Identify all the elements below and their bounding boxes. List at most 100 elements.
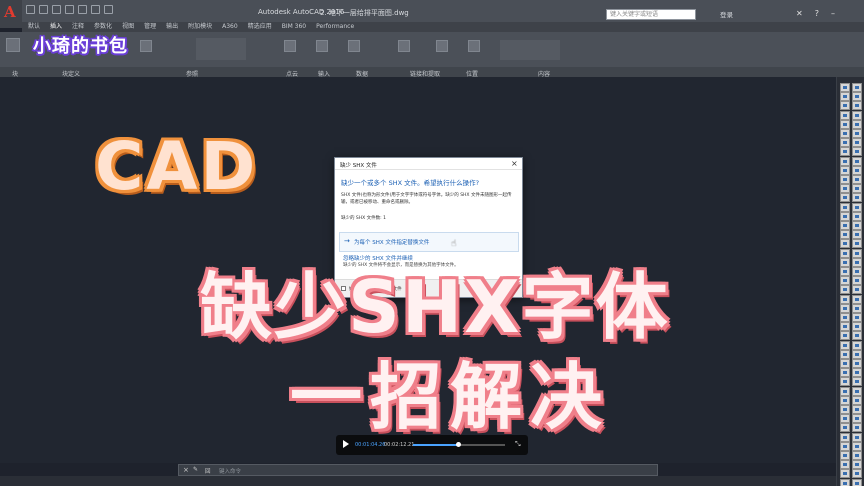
point-cloud-icon[interactable]: [284, 40, 296, 52]
tool-button-icon[interactable]: [840, 405, 850, 414]
tool-button-icon[interactable]: [852, 175, 862, 184]
application-menu-button[interactable]: A: [0, 0, 22, 28]
tool-button-icon[interactable]: [840, 211, 850, 221]
tool-button-icon[interactable]: [852, 368, 862, 378]
tool-button-icon[interactable]: [840, 303, 850, 313]
tool-button-icon[interactable]: [852, 349, 862, 359]
dialog-close-button[interactable]: ×: [511, 159, 518, 168]
tool-button-icon[interactable]: [852, 441, 862, 451]
tab-bim360[interactable]: BIM 360: [282, 22, 306, 32]
tool-button-icon[interactable]: [840, 267, 850, 276]
customize-icon[interactable]: ✎: [193, 466, 198, 473]
tool-button-icon[interactable]: [852, 303, 862, 313]
tool-button-icon[interactable]: [852, 451, 862, 460]
print-icon[interactable]: [78, 5, 87, 14]
tab-output[interactable]: 输出: [166, 22, 178, 32]
command-close-button[interactable]: ×: [183, 466, 189, 474]
tab-manage[interactable]: 管理: [144, 22, 156, 32]
tool-button-icon[interactable]: [840, 469, 850, 479]
tool-button-icon[interactable]: [840, 386, 850, 396]
tool-button-icon[interactable]: [852, 285, 862, 295]
tool-button-icon[interactable]: [840, 359, 850, 368]
tab-insert[interactable]: 插入: [50, 22, 62, 32]
tool-button-icon[interactable]: [852, 184, 862, 194]
new-file-icon[interactable]: [26, 5, 35, 14]
tool-button-icon[interactable]: [840, 248, 850, 258]
tool-button-icon[interactable]: [852, 432, 862, 442]
help-button[interactable]: ?: [815, 9, 819, 18]
tool-button-icon[interactable]: [852, 129, 862, 138]
reference-options[interactable]: [196, 38, 246, 60]
tool-button-icon[interactable]: [840, 83, 850, 92]
tab-featured-apps[interactable]: 精选应用: [248, 22, 272, 32]
redo-icon[interactable]: [104, 5, 113, 14]
progress-handle[interactable]: [456, 442, 462, 447]
tool-button-icon[interactable]: [852, 165, 862, 175]
tab-default[interactable]: 默认: [28, 22, 40, 32]
open-file-icon[interactable]: [39, 5, 48, 14]
tool-button-icon[interactable]: [852, 322, 862, 332]
tool-button-icon[interactable]: [840, 257, 850, 267]
tool-button-icon[interactable]: [840, 432, 850, 442]
tool-button-icon[interactable]: [840, 331, 850, 341]
tool-button-icon[interactable]: [852, 276, 862, 286]
tab-parametric[interactable]: 参数化: [94, 22, 112, 32]
play-icon[interactable]: [343, 440, 349, 448]
undo-icon[interactable]: [91, 5, 100, 14]
sign-in-button[interactable]: 登录: [720, 9, 733, 19]
data-link-icon[interactable]: [398, 40, 410, 52]
tool-button-icon[interactable]: [840, 368, 850, 378]
tab-annotate[interactable]: 注释: [72, 22, 84, 32]
tool-button-icon[interactable]: [840, 395, 850, 405]
tool-button-icon[interactable]: [840, 294, 850, 304]
tool-button-icon[interactable]: [852, 101, 862, 111]
tab-performance[interactable]: Performance: [316, 22, 354, 32]
save-icon[interactable]: [52, 5, 61, 14]
import-icon[interactable]: [316, 40, 328, 52]
tool-button-icon[interactable]: [852, 423, 862, 433]
tool-button-icon[interactable]: [852, 156, 862, 166]
tool-button-icon[interactable]: [840, 441, 850, 451]
tool-button-icon[interactable]: [840, 221, 850, 230]
tool-button-icon[interactable]: [852, 414, 862, 424]
tool-button-icon[interactable]: [840, 313, 850, 322]
tool-button-icon[interactable]: [840, 230, 850, 240]
tool-button-icon[interactable]: [840, 119, 850, 129]
insert-block-icon[interactable]: [6, 38, 20, 52]
set-location-icon[interactable]: [468, 40, 480, 52]
tool-button-icon[interactable]: [840, 285, 850, 295]
tool-button-icon[interactable]: [852, 248, 862, 258]
tool-button-icon[interactable]: [840, 414, 850, 424]
tool-button-icon[interactable]: [852, 221, 862, 230]
fullscreen-icon[interactable]: ⤡: [515, 440, 521, 449]
tool-button-icon[interactable]: [852, 377, 862, 387]
tool-button-icon[interactable]: [840, 156, 850, 166]
tool-button-icon[interactable]: [852, 267, 862, 276]
tool-button-icon[interactable]: [852, 202, 862, 212]
tool-button-icon[interactable]: [852, 147, 862, 157]
tool-button-icon[interactable]: [852, 294, 862, 304]
tool-button-icon[interactable]: [840, 165, 850, 175]
tool-button-icon[interactable]: [840, 322, 850, 332]
exchange-icon[interactable]: ✕: [796, 9, 803, 18]
tool-button-icon[interactable]: [852, 395, 862, 405]
tool-button-icon[interactable]: [840, 138, 850, 148]
tool-button-icon[interactable]: [852, 257, 862, 267]
tool-button-icon[interactable]: [840, 377, 850, 387]
tool-button-icon[interactable]: [840, 101, 850, 111]
tool-button-icon[interactable]: [852, 119, 862, 129]
extract-data-icon[interactable]: [436, 40, 448, 52]
tool-button-icon[interactable]: [852, 230, 862, 240]
tool-button-icon[interactable]: [840, 202, 850, 212]
clip-icon[interactable]: [140, 40, 152, 52]
tool-button-icon[interactable]: [840, 184, 850, 194]
tool-button-icon[interactable]: [840, 451, 850, 460]
tool-button-icon[interactable]: [852, 469, 862, 479]
tool-button-icon[interactable]: [852, 405, 862, 414]
tool-button-icon[interactable]: [840, 92, 850, 102]
minimize-button[interactable]: –: [831, 9, 835, 18]
tool-button-icon[interactable]: [840, 478, 850, 486]
content-panel[interactable]: [500, 40, 560, 60]
tool-button-icon[interactable]: [840, 239, 850, 249]
tool-button-icon[interactable]: [852, 313, 862, 322]
